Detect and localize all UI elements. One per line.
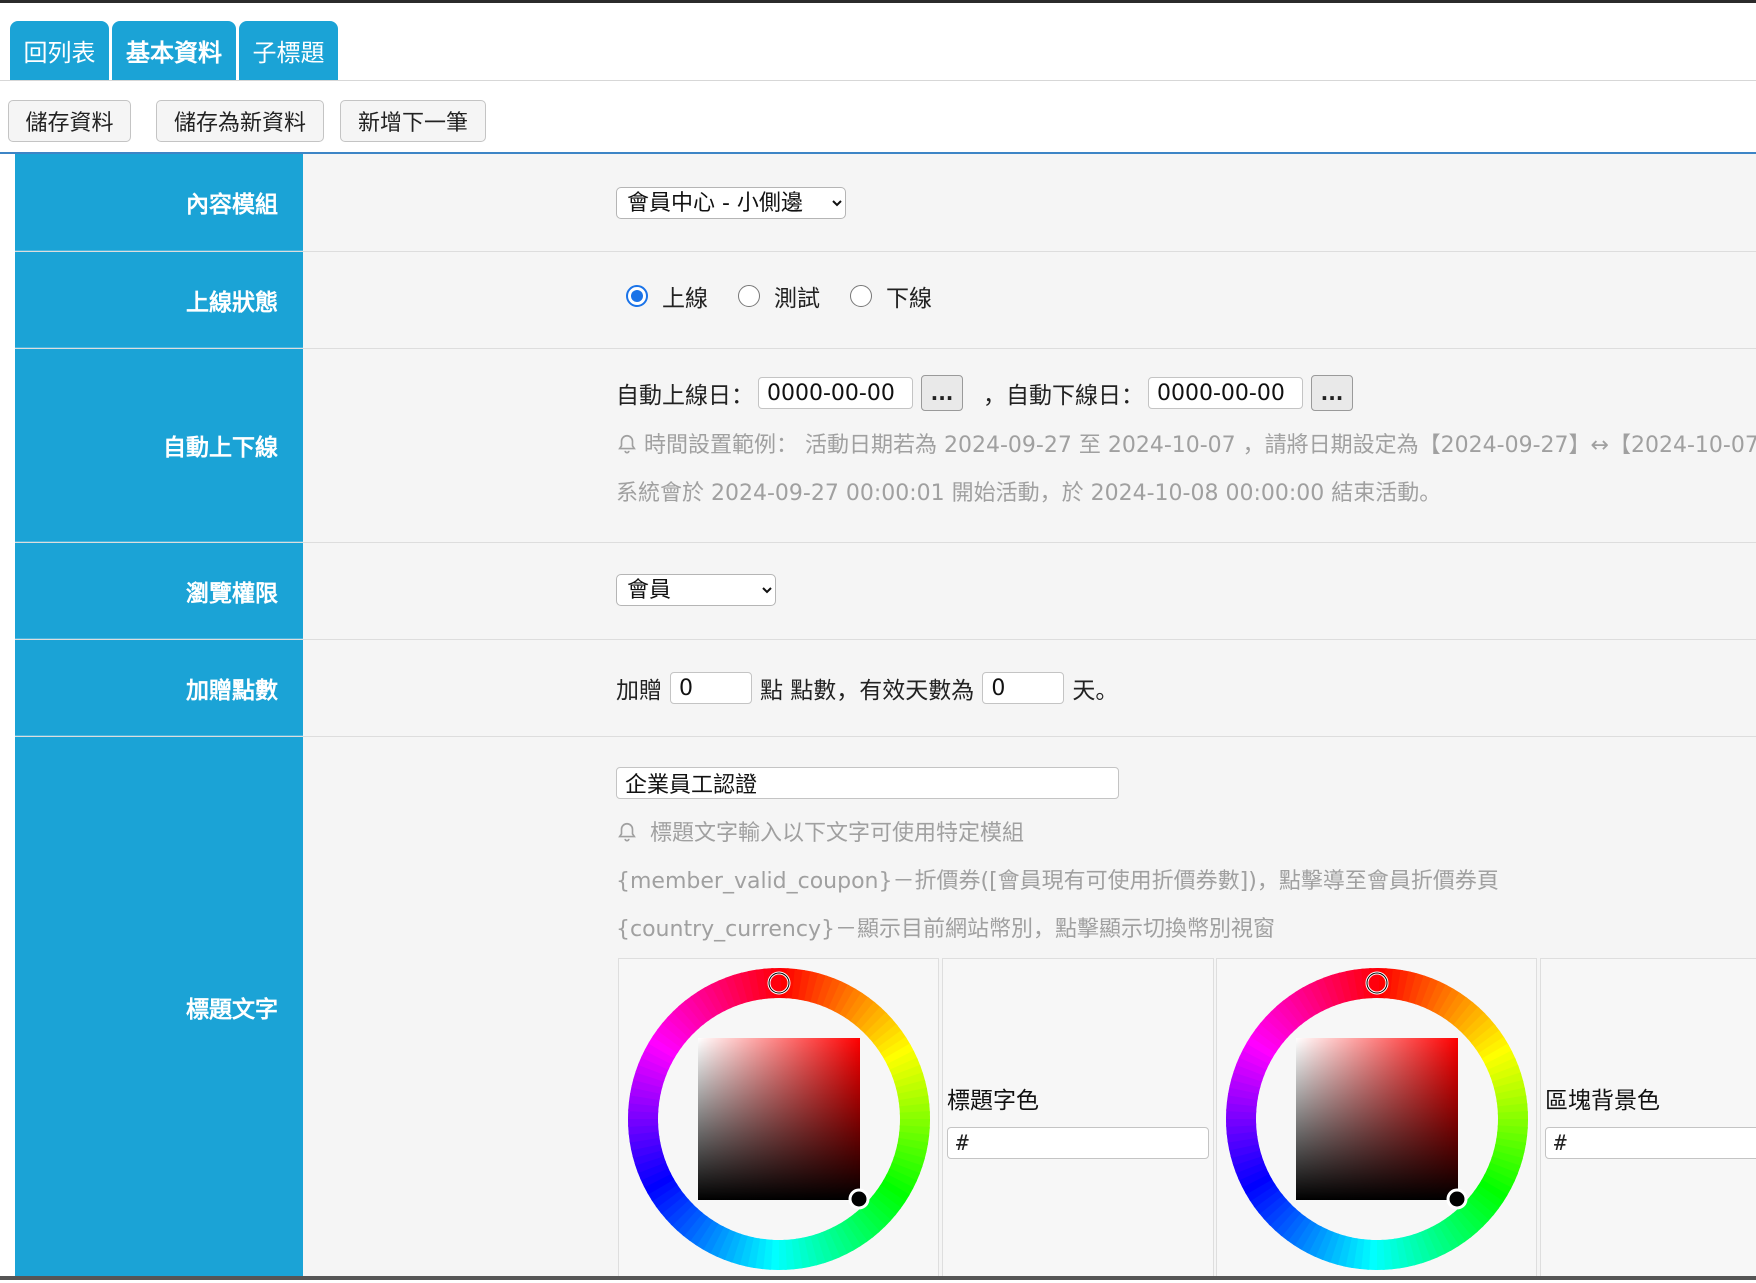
schedule-label: 自動上下線 (15, 349, 303, 542)
title-text-input[interactable] (616, 767, 1119, 799)
save-button[interactable]: 儲存資料 (8, 100, 131, 142)
schedule-cell: 自動上線日： ... ，自動下線日： ... 時間設置範例： 活動日期若為 20… (303, 349, 1756, 542)
points-suffix: 天。 (1072, 671, 1118, 705)
radio-online-label: 上線 (662, 279, 708, 313)
permission-label: 瀏覽權限 (15, 543, 303, 639)
points-prefix: 加贈 (616, 671, 662, 705)
permission-select[interactable]: 會員 (616, 574, 776, 606)
module-label: 內容模組 (15, 154, 303, 251)
color-wheel-1[interactable] (619, 959, 940, 1279)
title-color-field-box: 標題字色 # (942, 958, 1214, 1278)
bg-color-input[interactable]: # (1545, 1127, 1756, 1159)
online-date-picker-button[interactable]: ... (921, 375, 963, 411)
title-hint-2: {country_currency}－顯示目前網站幣別，點擊顯示切換幣別視窗 (616, 911, 1275, 943)
edit-form: 內容模組 會員中心 - 小側邊 上線狀態 上線 測試 下線 自動上下線 (15, 154, 1756, 1277)
module-select[interactable]: 會員中心 - 小側邊 (616, 187, 846, 219)
days-input[interactable] (982, 672, 1064, 704)
radio-online[interactable] (626, 285, 648, 307)
tabs-divider (0, 80, 1756, 81)
schedule-hint-2: 系統會於 2024-09-27 00:00:01 開始活動，於 2024-10-… (616, 475, 1441, 507)
permission-cell: 會員 (303, 543, 1756, 639)
points-middle-text: 點 點數，有效天數為 (760, 671, 974, 705)
row-title-text: 標題文字 標題文字輸入以下文字可使用特定模組 {member_valid_cou… (15, 737, 1756, 1277)
color-wheel-2[interactable] (1217, 959, 1538, 1279)
status-label: 上線狀態 (15, 252, 303, 348)
offline-date-label: ，自動下線日： (983, 376, 1144, 410)
tab-subtitle[interactable]: 子標題 (239, 21, 338, 80)
title-hint-1: {member_valid_coupon}－折價券([會員現有可使用折價券數])… (616, 863, 1499, 895)
bell-icon (616, 433, 638, 455)
radio-offline-label: 下線 (886, 279, 932, 313)
title-text-label: 標題文字 (15, 737, 303, 1277)
radio-test-label: 測試 (774, 279, 820, 313)
toolbar: 儲存資料 儲存為新資料 新增下一筆 (8, 100, 486, 142)
add-next-button[interactable]: 新增下一筆 (340, 100, 486, 142)
points-cell: 加贈 點 點數，有效天數為 天。 (303, 640, 1756, 736)
row-status: 上線狀態 上線 測試 下線 (15, 252, 1756, 349)
row-points: 加贈點數 加贈 點 點數，有效天數為 天。 (15, 640, 1756, 737)
schedule-hint-1: 時間設置範例： 活動日期若為 2024-09-27 至 2024-10-07 ，… (616, 427, 1756, 459)
saturation-handle[interactable] (1448, 1190, 1466, 1208)
tab-bar: 回列表 基本資料 子標題 (10, 21, 338, 80)
tab-basic-info[interactable]: 基本資料 (112, 21, 236, 80)
save-as-new-button[interactable]: 儲存為新資料 (156, 100, 324, 142)
radio-test[interactable] (738, 285, 760, 307)
row-permission: 瀏覽權限 會員 (15, 543, 1756, 640)
radio-offline[interactable] (850, 285, 872, 307)
points-input[interactable] (670, 672, 752, 704)
bottom-border (0, 1276, 1756, 1280)
bell-icon (616, 821, 638, 843)
bg-color-label: 區塊背景色 (1545, 1081, 1660, 1115)
bg-color-field-box: 區塊背景色 # (1540, 958, 1756, 1278)
row-module: 內容模組 會員中心 - 小側邊 (15, 154, 1756, 252)
title-color-input[interactable]: # (947, 1127, 1209, 1159)
title-hint-heading: 標題文字輸入以下文字可使用特定模組 (616, 815, 1024, 847)
offline-date-picker-button[interactable]: ... (1311, 375, 1353, 411)
online-date-label: 自動上線日： (616, 376, 754, 410)
bg-color-wheel-box (1216, 958, 1537, 1278)
title-text-cell: 標題文字輸入以下文字可使用特定模組 {member_valid_coupon}－… (303, 737, 1756, 1277)
offline-date-input[interactable] (1148, 377, 1303, 409)
saturation-handle[interactable] (850, 1190, 868, 1208)
title-color-label: 標題字色 (947, 1081, 1039, 1115)
online-date-input[interactable] (758, 377, 913, 409)
module-cell: 會員中心 - 小側邊 (303, 154, 1756, 251)
tab-back-to-list[interactable]: 回列表 (10, 21, 109, 80)
schedule-hint-text-1: 時間設置範例： 活動日期若為 2024-09-27 至 2024-10-07 ，… (644, 433, 1756, 458)
row-schedule: 自動上下線 自動上線日： ... ，自動下線日： ... 時間設置範例： 活動日… (15, 349, 1756, 543)
points-label: 加贈點數 (15, 640, 303, 736)
title-hint-heading-text: 標題文字輸入以下文字可使用特定模組 (650, 821, 1024, 846)
top-border (0, 0, 1756, 3)
title-color-wheel-box (618, 958, 939, 1278)
status-cell: 上線 測試 下線 (303, 252, 1756, 348)
